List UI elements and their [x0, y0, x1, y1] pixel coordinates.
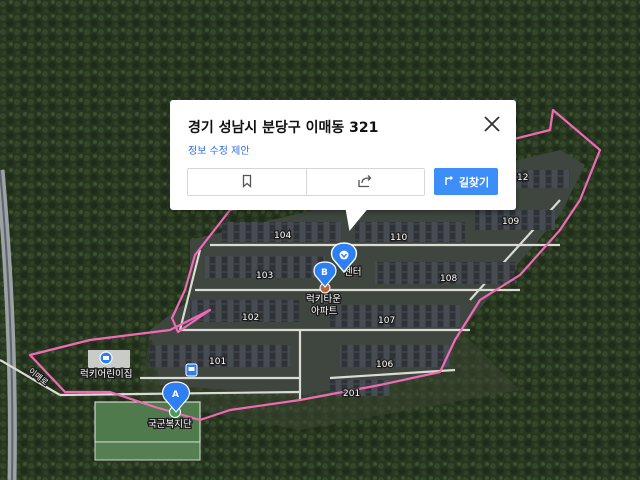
route-icon [443, 174, 455, 189]
sports-field-2 [94, 441, 201, 461]
directions-button[interactable]: 길찾기 [434, 168, 498, 195]
building-label-12: 12 [517, 173, 528, 183]
satellite-map[interactable]: 104 110 109 12 103 108 102 107 101 106 2… [0, 0, 640, 480]
building-label-109: 109 [502, 217, 519, 227]
marker-a-label: A [172, 390, 179, 400]
building-label-101: 101 [209, 357, 226, 367]
action-button-group [187, 168, 425, 196]
location-info-popup: 경기 성남시 분당구 이매동 321 정보 수정 제안 길찾기 [170, 100, 516, 210]
daycare-label[interactable]: 럭키어린이집 [79, 367, 134, 382]
apartment-label-line1[interactable]: 럭키타운 [305, 292, 343, 307]
daycare-icon[interactable] [99, 351, 113, 365]
directions-label: 길찾기 [458, 175, 490, 189]
building-label-110: 110 [390, 233, 407, 243]
bookmark-button[interactable] [188, 169, 306, 195]
bookmark-icon [240, 173, 254, 192]
building-label-104: 104 [274, 231, 291, 241]
share-button[interactable] [305, 169, 425, 195]
marker-b-label: B [321, 268, 328, 278]
building-label-107: 107 [378, 316, 395, 326]
address-title: 경기 성남시 분당구 이매동 321 [188, 120, 379, 136]
building-label-103: 103 [256, 271, 273, 281]
building-label-108: 108 [440, 274, 457, 284]
close-icon[interactable] [480, 112, 504, 136]
edit-suggestion-link[interactable]: 정보 수정 제안 [188, 142, 250, 157]
building-label-102: 102 [242, 313, 259, 323]
building-label-201: 201 [343, 389, 360, 399]
park-label[interactable]: 국군복지단 [147, 418, 194, 432]
bus-stop-icon[interactable] [185, 363, 198, 377]
apartment-label-line2[interactable]: 아파트 [310, 305, 339, 319]
building-label-106: 106 [376, 360, 393, 370]
share-icon [357, 173, 373, 192]
